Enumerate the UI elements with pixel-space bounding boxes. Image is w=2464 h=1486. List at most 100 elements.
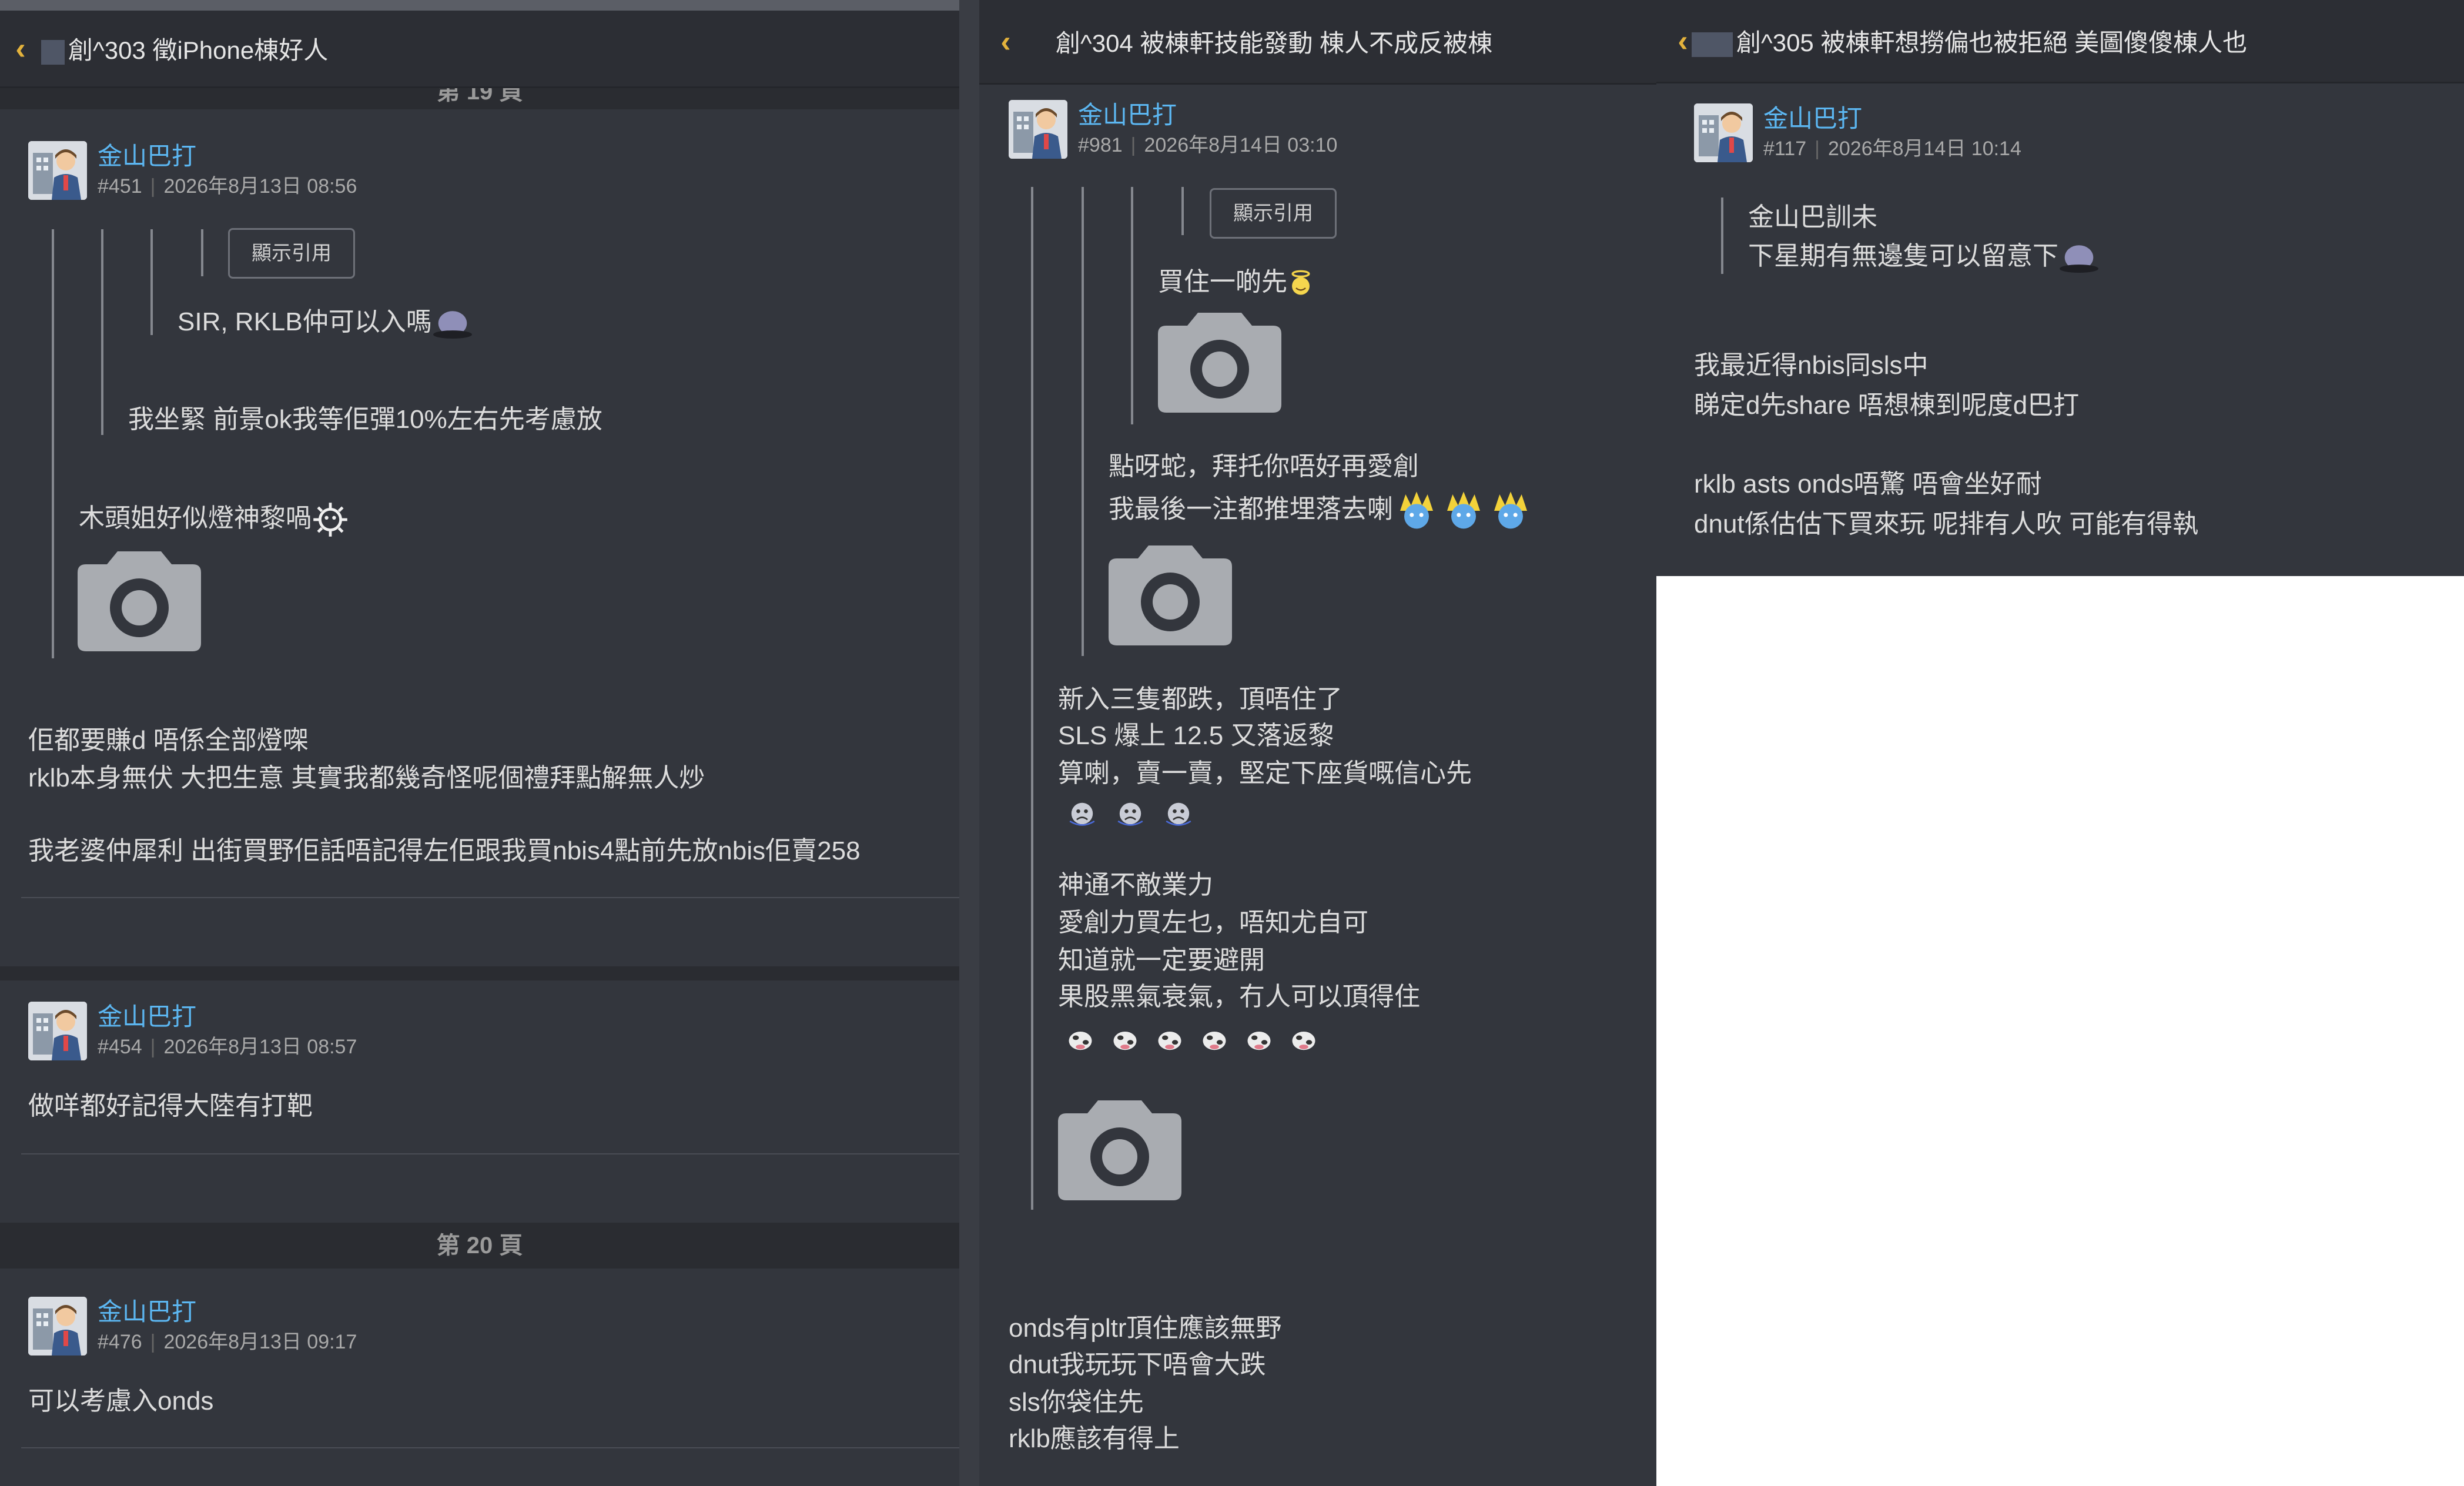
sun-emoji-icon [312, 501, 349, 538]
quote-text: 木頭姐好似燈神黎喎 [79, 504, 312, 533]
post-header: 金山巴打 #117 | 2026年8月14日 10:14 [1694, 103, 2021, 163]
post-text: rklb本身無伏 大把生意 其實我都幾奇怪呢個禮拜點解無人炒 [28, 764, 705, 792]
post-text: 我老婆仲犀利 出街買野佢話唔記得左佢跟我買nbis4點前先放nbis佢賣258 [28, 836, 861, 865]
cow-emoji-icon [1103, 1024, 1147, 1055]
quote-text: SLS 爆上 12.5 又落返黎 [1058, 721, 1334, 750]
post-info: #981 | 2026年8月14日 03:10 [1078, 134, 1338, 156]
author-name[interactable]: 金山巴打 [98, 141, 357, 172]
thread-panel-304: ‹ 創^304 被棟軒技能發動 棟人不成反被棟 金山巴打 #981 | 2026年8… [979, 0, 1656, 1486]
post-text: rklb asts onds唔驚 唔會坐好耐 [1694, 470, 2042, 498]
post-info: #117 | 2026年8月14日 10:14 [1763, 138, 2021, 160]
quote-bar [201, 229, 203, 276]
quote-text: 知道就一定要避開 [1058, 946, 1265, 975]
avatar[interactable] [28, 1297, 87, 1356]
sad-emoji-icon [1106, 798, 1154, 829]
quote-text: 下星期有無邊隻可以留意下 [1748, 242, 2058, 270]
post-date: 2026年8月13日 09:17 [163, 1331, 357, 1353]
post-date: 2026年8月14日 10:14 [1827, 138, 2021, 160]
avatar[interactable] [1694, 103, 1753, 162]
post-info: #454 | 2026年8月13日 08:57 [98, 1036, 357, 1058]
avatar[interactable] [1009, 100, 1067, 159]
show-quote-button[interactable]: 顯示引用 [228, 228, 355, 279]
show-quote-button[interactable]: 顯示引用 [1210, 188, 1337, 239]
panel-gap [959, 0, 979, 1486]
post-divider [21, 897, 959, 898]
thread-header: ‹ 創^305 被棟軒想撈偏也被拒絕 美圖傻傻棟人也 [1656, 0, 2464, 83]
post-divider [21, 1447, 959, 1448]
angel-emoji-icon [1287, 269, 1314, 298]
thread-title: 創^305 被棟軒想撈偏也被拒絕 美圖傻傻棟人也 [1736, 29, 2248, 56]
author-name[interactable]: 金山巴打 [1078, 100, 1337, 130]
page-divider-19: 第 19 頁 [0, 88, 959, 109]
quote-text: 我最後一注都推埋落去喇 [1109, 494, 1393, 524]
post-number: #981 [1078, 134, 1123, 156]
post-date: 2026年8月13日 08:56 [163, 175, 357, 198]
author-name[interactable]: 金山巴打 [98, 1297, 357, 1327]
post-info: #451 | 2026年8月13日 08:56 [98, 175, 357, 198]
post-separator [0, 966, 959, 980]
spiky-hair-emoji-icon [1393, 490, 1440, 531]
quote-bar [1031, 187, 1033, 1210]
post-text: 佢都要賺d 唔係全部燈㗎 [28, 726, 309, 755]
post-header: 金山巴打 #981 | 2026年8月14日 03:10 [1009, 100, 1337, 160]
post-number: #454 [98, 1036, 142, 1058]
thread-title: 創^304 被棟軒技能發動 棟人不成反被棟 [1056, 29, 1493, 57]
post-text: 我最近得nbis同sls中 [1694, 351, 1929, 380]
thread-header: ‹ 創^303 徵iPhone棟好人 [0, 0, 959, 88]
camera-icon[interactable] [78, 551, 201, 651]
post-number: #117 [1763, 138, 1807, 160]
quote-text: 金山巴訓未 [1748, 203, 1877, 232]
chevron-left-icon[interactable]: ‹ [0, 31, 41, 66]
post-number: #476 [98, 1331, 142, 1353]
thread-title: 創^303 徵iPhone棟好人 [68, 36, 329, 64]
blob-emoji-icon [2058, 242, 2100, 273]
avatar[interactable] [28, 141, 87, 200]
camera-icon[interactable] [1109, 545, 1232, 645]
page-divider-20: 第 20 頁 [0, 1223, 959, 1269]
redacted-block [1692, 32, 1733, 57]
camera-icon[interactable] [1058, 1100, 1181, 1200]
post-info: #476 | 2026年8月13日 09:17 [98, 1331, 357, 1353]
thread-panel-303: ‹ 創^303 徵iPhone棟好人 第 19 頁 金山巴打 #451 | 2026… [0, 0, 959, 1486]
cow-emoji-icon [1237, 1024, 1281, 1055]
emoji-row [1058, 1019, 1326, 1057]
post-text: onds有pltr頂住應該無野 [1009, 1314, 1282, 1343]
quote-text: 買住一啲先 [1158, 267, 1287, 296]
quote-text: 算喇，賣一賣，堅定下座貨嘅信心先 [1058, 759, 1472, 788]
post-header: 金山巴打 #454 | 2026年8月13日 08:57 [28, 1002, 357, 1062]
post-text: dnut我玩玩下唔會大跌 [1009, 1350, 1266, 1379]
post-header: 金山巴打 #476 | 2026年8月13日 09:17 [28, 1297, 357, 1357]
chevron-left-icon[interactable]: ‹ [979, 24, 1032, 59]
post-text: 睇定d先share 唔想棟到呢度d巴打 [1694, 391, 2080, 420]
post-divider [21, 1153, 959, 1154]
camera-icon[interactable] [1158, 313, 1281, 413]
sad-emoji-icon [1058, 798, 1106, 829]
author-name[interactable]: 金山巴打 [1763, 103, 2021, 134]
author-name[interactable]: 金山巴打 [98, 1002, 357, 1032]
quote-text: 神通不敵業力 [1058, 871, 1213, 899]
post-date: 2026年8月13日 08:57 [163, 1036, 357, 1058]
quote-text: 愛創力買左乜，唔知尤自可 [1058, 908, 1368, 937]
post-text: dnut係估估下買來玩 呢排有人吹 可能有得執 [1694, 510, 2199, 538]
post-text: 可以考慮入onds [28, 1387, 214, 1415]
quote-text: 點呀蛇，拜托你唔好再愛創 [1109, 452, 1419, 481]
sad-emoji-icon [1154, 798, 1203, 829]
spiky-hair-emoji-icon [1440, 490, 1487, 531]
post-text: sls你袋住先 [1009, 1388, 1144, 1417]
avatar[interactable] [28, 1002, 87, 1060]
quote-bar [1721, 198, 1723, 274]
quote-text: 新入三隻都跌，頂唔住了 [1058, 685, 1343, 714]
emoji-row [1058, 794, 1203, 831]
post-number: #451 [98, 175, 142, 198]
quote-bar [101, 229, 103, 435]
cow-emoji-icon [1192, 1024, 1237, 1055]
quote-bar [1181, 187, 1184, 235]
blob-emoji-icon [432, 308, 473, 339]
quote-bar [1131, 187, 1133, 424]
spiky-hair-emoji-icon [1487, 490, 1534, 531]
post-date: 2026年8月14日 03:10 [1144, 134, 1338, 156]
quote-text: SIR, RKLB仲可以入嗎 [178, 307, 432, 336]
redacted-block [41, 39, 65, 65]
cow-emoji-icon [1281, 1024, 1326, 1055]
post-header: 金山巴打 #451 | 2026年8月13日 08:56 [28, 141, 357, 201]
